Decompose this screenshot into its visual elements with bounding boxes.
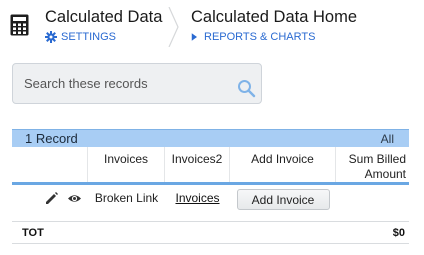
cell-sum-billed-amount (336, 185, 409, 191)
reports-label: REPORTS & CHARTS (204, 31, 316, 43)
calculator-icon (10, 14, 29, 36)
gear-icon (45, 31, 57, 43)
column-header-invoices[interactable]: Invoices (88, 147, 165, 182)
breadcrumb-separator (168, 7, 179, 47)
records-table: 1 Record All Invoices Invoices2 Add Invo… (12, 129, 409, 244)
page-header: Calculated Data SETTINGS Calculated Data… (0, 0, 424, 52)
total-value: $0 (392, 226, 405, 239)
cell-invoices: Broken Link (94, 191, 159, 205)
column-header-add-invoice[interactable]: Add Invoice (230, 147, 336, 182)
page-title: Calculated Data Home (191, 8, 357, 26)
column-header-invoices2[interactable]: Invoices2 (165, 147, 230, 182)
search-input[interactable] (13, 64, 233, 103)
records-summary-bar: 1 Record All (12, 129, 409, 147)
column-header-sum-billed-amount[interactable]: Sum Billed Amount (336, 147, 409, 182)
search-icon[interactable] (237, 79, 256, 98)
total-label: TOT (22, 226, 44, 239)
triangle-right-icon (191, 33, 197, 41)
total-row: TOT $0 (12, 221, 409, 244)
settings-link[interactable]: SETTINGS (45, 31, 162, 43)
table-header: Invoices Invoices2 Add Invoice Sum Bille… (12, 147, 409, 185)
settings-label: SETTINGS (61, 31, 117, 43)
add-invoice-button[interactable]: Add Invoice (236, 189, 330, 210)
pencil-icon[interactable] (45, 192, 60, 205)
breadcrumb-app: Calculated Data SETTINGS (45, 8, 162, 43)
eye-icon[interactable] (67, 192, 82, 205)
cell-invoices2: Invoices (165, 185, 230, 205)
record-count: 1 Record (25, 131, 78, 146)
breadcrumb-page: Calculated Data Home REPORTS & CHARTS (191, 8, 357, 43)
row-actions (12, 185, 88, 205)
table-row: Broken Link Invoices Add Invoice (12, 185, 409, 221)
all-filter[interactable]: All (381, 132, 394, 146)
reports-charts-link[interactable]: REPORTS & CHARTS (191, 31, 357, 43)
search-box (12, 63, 262, 104)
column-header-actions (12, 147, 88, 182)
cell-add-invoice: Add Invoice (230, 185, 336, 210)
app-title[interactable]: Calculated Data (45, 8, 162, 27)
invoices-link[interactable]: Invoices (175, 191, 219, 205)
